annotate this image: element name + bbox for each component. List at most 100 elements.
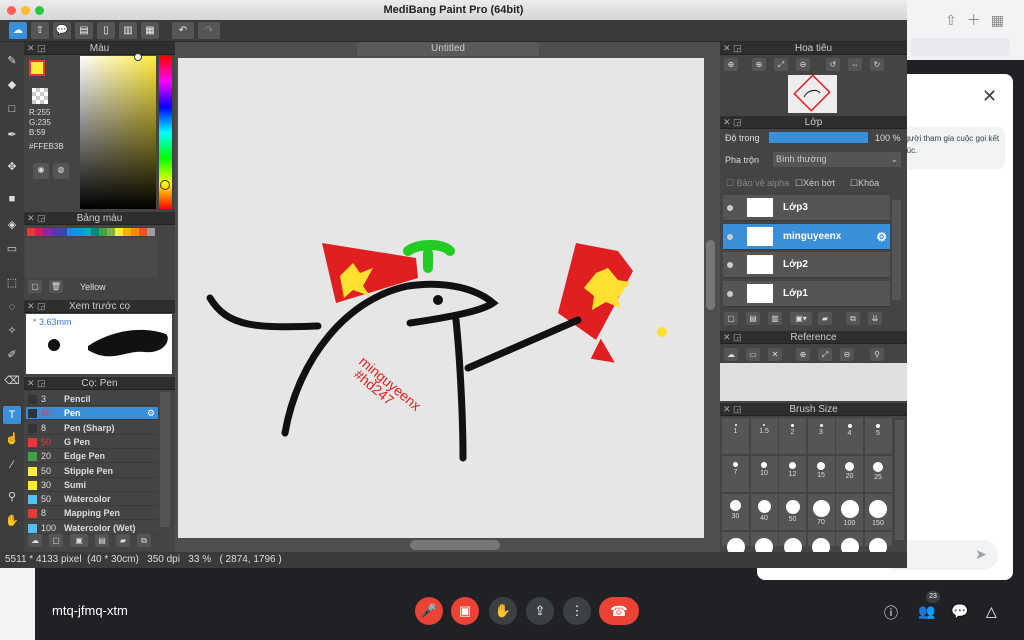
palette-swatch[interactable] <box>139 228 147 236</box>
color-settings-icon[interactable]: ◍ <box>53 163 69 179</box>
opacity-slider-fill[interactable] <box>769 132 868 143</box>
ref-eyedropper-icon[interactable]: ⚲ <box>870 348 884 361</box>
brush-size-option[interactable]: 300 <box>750 532 778 565</box>
close-window-button[interactable] <box>7 6 16 15</box>
duplicate-brush-icon[interactable]: ⧉ <box>137 534 151 547</box>
brush-item[interactable]: 8 Pen (Sharp) <box>26 422 158 435</box>
new-brush-icon[interactable]: ▢ <box>49 534 63 547</box>
reference-area[interactable] <box>720 363 907 401</box>
send-icon[interactable]: ➤ <box>975 546 987 563</box>
palette-swatch[interactable] <box>115 228 123 236</box>
hand-tool-icon[interactable]: ✋ <box>3 512 21 530</box>
zoom-window-button[interactable] <box>35 6 44 15</box>
new-palette-icon[interactable]: ▢ <box>28 280 42 293</box>
foreground-color-swatch[interactable] <box>29 60 45 76</box>
mic-off-button[interactable]: 🎤 <box>415 597 443 625</box>
layer-row[interactable]: minguyeenx ⚙ <box>723 223 890 250</box>
brush-settings-icon[interactable]: ▤ <box>95 534 109 547</box>
brush-scrollbar[interactable] <box>160 392 170 527</box>
merge-layer-icon[interactable]: ⇊ <box>868 312 882 325</box>
activities-icon[interactable]: △ <box>986 603 997 620</box>
eyedropper-icon[interactable]: ⚲ <box>3 488 21 506</box>
sv-cursor[interactable] <box>134 53 142 61</box>
layer-row[interactable]: Lớp1 <box>723 280 890 307</box>
brush-item[interactable]: 50 Pen ⚙ <box>26 407 158 421</box>
canvas-vertical-scrollbar[interactable] <box>706 240 715 310</box>
chat-icon[interactable]: 💬 <box>951 603 968 620</box>
palette-swatch[interactable] <box>131 228 139 236</box>
brush-size-option[interactable]: 400 <box>779 532 806 565</box>
pen-tool-icon[interactable]: ✒ <box>3 126 21 144</box>
grid-icon[interactable]: ▦ <box>141 22 159 39</box>
end-call-button[interactable]: ☎ <box>599 597 639 625</box>
new-halftone-layer-icon[interactable]: ▤ <box>746 312 760 325</box>
panel-icon[interactable]: ▥ <box>119 22 137 39</box>
brush-size-option[interactable]: 70 <box>807 494 835 530</box>
redo-icon[interactable]: ↷ <box>198 22 220 39</box>
brush-size-option[interactable]: 1000 <box>864 532 892 565</box>
undo-icon[interactable]: ↶ <box>172 22 194 39</box>
brush-item[interactable]: 3 Pencil <box>26 393 158 406</box>
document-tab[interactable]: Untitled <box>357 42 539 56</box>
select-pen-icon[interactable]: ✐ <box>3 346 21 364</box>
brush-menu-icon[interactable]: ▣ <box>70 534 88 547</box>
comment-icon[interactable]: 💬 <box>53 22 71 39</box>
lock-checkbox[interactable]: ☐Khóa <box>850 178 879 189</box>
delete-palette-icon[interactable]: 🗑 <box>49 280 63 293</box>
drawing-canvas[interactable]: minguyeenx #hd247 <box>178 58 704 538</box>
visibility-icon[interactable] <box>727 290 733 297</box>
present-button[interactable]: ⇪ <box>526 597 554 625</box>
blend-mode-select[interactable]: Bình thường ⌄ <box>773 152 901 167</box>
brush-size-option[interactable]: 150 <box>864 494 892 530</box>
brush-size-option[interactable]: 1.5 <box>750 418 778 454</box>
move-tool-icon[interactable]: ✥ <box>3 158 21 176</box>
brush-size-option[interactable]: 50 <box>779 494 806 530</box>
brush-size-option[interactable]: 3 <box>807 418 835 454</box>
brush-size-option[interactable]: 4 <box>836 418 863 454</box>
brush-size-option[interactable]: 30 <box>722 494 749 530</box>
brush-size-option[interactable]: 500 <box>807 532 835 565</box>
people-icon[interactable]: 👥 <box>918 603 935 620</box>
gear-icon[interactable]: ⚙ <box>147 407 155 420</box>
transparent-color-swatch[interactable] <box>32 88 48 104</box>
magic-wand-icon[interactable]: ✧ <box>3 322 21 340</box>
ref-fit-icon[interactable]: ⤢ <box>818 348 832 361</box>
visibility-icon[interactable] <box>727 262 733 268</box>
brush-item[interactable]: 30 Sumi <box>26 479 158 492</box>
eraser-tool-icon[interactable]: ◆ <box>3 76 21 94</box>
flip-icon[interactable]: ⇔ <box>848 58 862 71</box>
palette-swatch[interactable] <box>107 228 115 236</box>
saturation-value-picker[interactable] <box>80 56 156 209</box>
layer-row[interactable]: Lớp3 <box>723 195 890 221</box>
brush-tool-icon[interactable]: ✎ <box>3 52 21 70</box>
info-icon[interactable]: ⓘ <box>884 603 898 623</box>
brush-folder-icon[interactable]: ▰ <box>116 534 130 547</box>
divide-tool-icon[interactable]: ⁄ <box>3 456 21 474</box>
brush-item[interactable]: 100 Watercolor (Wet) <box>26 522 158 535</box>
select-eraser-icon[interactable]: ⌫ <box>3 372 21 390</box>
layer-scrollbar[interactable] <box>892 200 901 300</box>
zoom-in-icon[interactable]: ⊕ <box>724 58 738 71</box>
brush-size-option[interactable]: 40 <box>750 494 778 530</box>
ref-open-icon[interactable]: ▭ <box>746 348 760 361</box>
brush-size-option[interactable]: 10 <box>750 456 778 492</box>
document-icon[interactable]: ▯ <box>97 22 115 39</box>
brush-size-option[interactable]: 5 <box>864 418 892 454</box>
brush-size-option[interactable]: 7 <box>722 456 749 492</box>
ref-zoom-out-icon[interactable]: ⊖ <box>840 348 854 361</box>
clipping-checkbox[interactable]: ☐Xén bớt <box>795 178 835 189</box>
palette-swatch[interactable] <box>59 228 67 236</box>
rotate-right-icon[interactable]: ↻ <box>870 58 884 71</box>
brush-size-option[interactable]: 12 <box>779 456 806 492</box>
palette-swatch[interactable] <box>43 228 51 236</box>
ref-cloud-icon[interactable]: ☁ <box>724 348 738 361</box>
ref-close-icon[interactable]: ✕ <box>768 348 782 361</box>
layer-folder-icon[interactable]: ▰ <box>818 312 832 325</box>
more-options-button[interactable]: ⋮ <box>563 597 591 625</box>
rotate-left-icon[interactable]: ↺ <box>826 58 840 71</box>
palette-swatch[interactable] <box>51 228 59 236</box>
zoom-out-icon[interactable]: ⊖ <box>796 58 810 71</box>
brush-size-option[interactable]: 100 <box>836 494 863 530</box>
fill-tool-icon[interactable]: ◈ <box>3 216 21 234</box>
add-brush-icon[interactable]: ☁ <box>28 534 42 547</box>
